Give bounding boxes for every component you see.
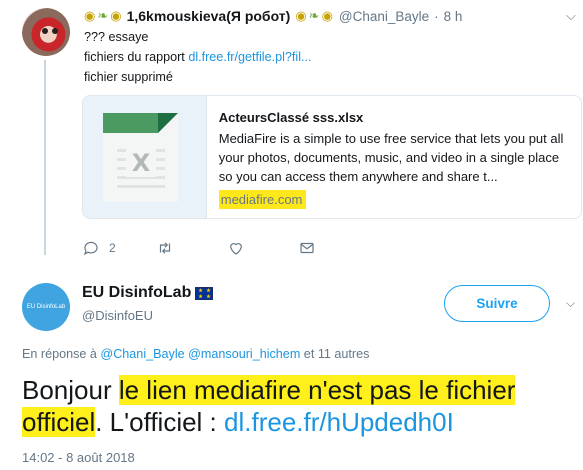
envelope-icon [300,242,314,254]
tweet-link[interactable]: dl.free.fr/getfile.pl?fil... [188,50,311,64]
bee-emoji-icon: ◉ [295,8,307,23]
avatar-detail [42,28,48,34]
reply-count: 2 [109,241,116,255]
heart-icon [229,243,242,255]
tweet-text-line: fichier supprimé [84,70,173,84]
retweet-button[interactable] [156,239,174,257]
tweet-text: Bonjour le lien mediafire n'est pas le f… [22,374,582,438]
herb-emoji-icon: ❧ [97,8,109,23]
tweet-header: ◉ ❧ ◉ 1,6kmouskieva(Я робот) ◉ ❧ ◉ @Chan… [84,8,462,24]
follow-button[interactable]: Suivre [444,285,550,322]
chevron-down-icon[interactable]: ⌵ [566,296,575,311]
like-button[interactable] [227,239,245,257]
xlsx-file-icon: X [103,113,178,202]
tweet-text: fichiers du rapport [84,50,189,64]
tweet-text-line: fichiers du rapport dl.free.fr/getfile.p… [84,50,312,64]
thread-connector [44,60,46,255]
xlsx-fold [158,113,178,133]
direct-message-button[interactable] [298,239,316,257]
tweet-link[interactable]: dl.free.fr/hUpdedh0I [224,407,454,437]
chevron-down-icon[interactable]: ⌵ [566,8,576,24]
user-handle[interactable]: @DisinfoEU [82,308,153,323]
card-domain: mediafire.com [218,190,307,209]
display-name-row: EU DisinfoLab [82,284,214,302]
xlsx-letter: X [126,149,156,177]
card-body: ActeursClassé sss.xlsx MediaFire is a si… [207,96,581,218]
tweet-timestamp[interactable]: 14:02 - 8 août 2018 [22,450,135,465]
user-handle[interactable]: @Chani_Bayle [339,9,429,24]
reply-context: En réponse à @Chani_Bayle @mansouri_hich… [22,347,369,361]
link-preview-card[interactable]: X ActeursClassé sss.xlsx MediaFire is a … [82,95,582,219]
reply-suffix[interactable]: et 11 autres [300,347,370,361]
reply-user-link[interactable]: @mansouri_hichem [188,347,300,361]
tweet-time[interactable]: 8 h [444,9,463,24]
tweet-text-part: . L'officiel : [95,407,225,437]
avatar[interactable] [22,8,70,56]
tweet-text-line: ??? essaye [84,30,149,44]
reply-prefix: En réponse à [22,347,101,361]
bee-emoji-icon: ◉ [321,8,333,23]
retweet-icon [159,242,170,254]
display-name[interactable]: EU DisinfoLab [82,284,191,302]
eu-flag-icon [195,286,214,300]
xlsx-band [103,113,158,133]
tweet-text-part: Bonjour [22,375,119,405]
card-description: MediaFire is a simple to use free servic… [218,131,564,184]
highlighted-text: officiel [22,407,96,437]
card-thumbnail: X [83,96,207,218]
reply-button[interactable]: 2 [82,239,116,257]
reply-user-link[interactable]: @Chani_Bayle [100,347,184,361]
herb-emoji-icon: ❧ [308,8,320,23]
separator-dot: · [434,8,439,24]
bee-emoji-icon: ◉ [110,8,122,23]
avatar-detail [52,28,58,34]
highlighted-text: le lien mediafire n'est pas le fichier [118,375,516,405]
avatar[interactable]: EU DisinfoLab [22,283,70,331]
reply-icon [83,241,98,256]
display-name[interactable]: 1,6kmouskieva(Я робот) [127,8,291,24]
bee-emoji-icon: ◉ [84,8,96,23]
card-title: ActeursClassé sss.xlsx [218,110,364,125]
tweet-actions: 2 [82,239,316,257]
